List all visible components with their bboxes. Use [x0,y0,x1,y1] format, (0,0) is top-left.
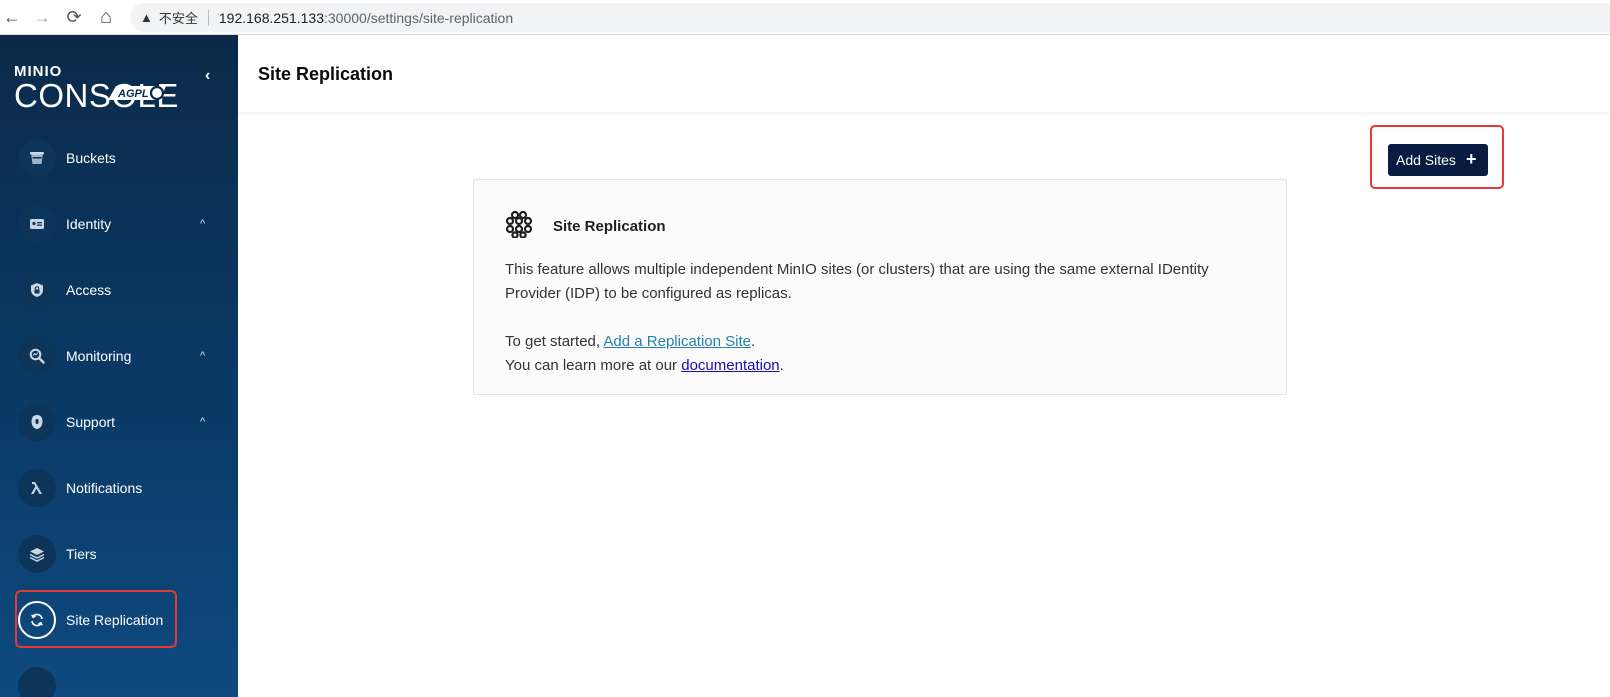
sidebar-item-identity[interactable]: Identity ^ [16,202,218,246]
agpl-license-badge: AGPL [108,85,166,101]
card-title: Site Replication [553,218,666,235]
page-header: Site Replication [238,36,1610,112]
svg-text:AGPL: AGPL [117,88,149,100]
card-get-started: To get started, Add a Replication Site. [505,330,1265,354]
sidebar-item-support[interactable]: Support ^ [16,400,218,444]
sidebar-item-label: Monitoring [66,348,132,364]
insecure-label[interactable]: 不安全 [159,8,198,27]
annotation-highlight-add-sites [1370,125,1504,189]
card-description: This feature allows multiple independent… [505,261,1209,302]
page-title: Site Replication [258,64,394,84]
url-path: :30000/settings/site-replication [324,9,514,26]
layers-icon [18,535,56,573]
chevron-up-icon[interactable]: ^ [200,416,205,428]
sidebar-item-access[interactable]: Access [16,268,218,312]
annotation-highlight-site-replication [15,590,177,648]
url-host: 192.168.251.133 [218,9,324,26]
reload-icon[interactable]: ⟳ [62,5,86,29]
collapse-sidebar-icon[interactable]: ‹ [205,67,210,85]
sidebar-item-label: Notifications [66,480,143,496]
site-replication-icon [505,210,533,238]
bucket-icon [18,139,56,177]
search-chart-icon [18,337,56,375]
info-card: Site Replication This feature allows mul… [473,179,1287,395]
sidebar-item-label: Identity [66,216,112,232]
address-bar[interactable]: ▲ 不安全 192.168.251.133 :30000/settings/si… [130,3,1610,32]
home-icon[interactable]: ⌂ [94,5,118,29]
chevron-up-icon[interactable]: ^ [200,218,205,230]
documentation-link[interactable]: documentation [681,357,779,374]
sidebar-item-label: Buckets [66,150,116,166]
learn-more-suffix: . [779,357,784,374]
sidebar-item-monitoring[interactable]: Monitoring ^ [16,334,218,378]
sidebar-item-buckets[interactable]: Buckets [16,136,218,180]
sidebar-item-label: Support [66,414,116,430]
id-card-icon [18,205,56,243]
support-icon [18,403,56,441]
lambda-icon [18,469,56,507]
sidebar-item-label: Access [66,282,112,298]
card-body: This feature allows multiple independent… [505,258,1265,378]
address-separator [207,9,209,26]
more-icon [18,667,56,697]
sidebar-item-tiers[interactable]: Tiers [16,532,218,576]
back-icon[interactable]: ← [0,5,24,29]
sidebar-item-notifications[interactable]: Notifications [16,466,218,510]
add-replication-site-link[interactable]: Add a Replication Site [603,333,751,350]
warning-icon[interactable]: ▲ [140,10,153,25]
shield-lock-icon [18,271,56,309]
get-started-suffix: . [751,333,756,350]
get-started-prefix: To get started, [505,333,604,350]
chevron-up-icon[interactable]: ^ [200,350,205,362]
card-learn-more: You can learn more at our documentation. [505,354,1265,378]
sidebar-item-label: Tiers [66,546,97,562]
sidebar-item-more[interactable] [16,664,218,697]
forward-icon[interactable]: → [30,5,54,29]
learn-more-prefix: You can learn more at our [505,357,682,374]
browser-toolbar: ← → ⟳ ⌂ ▲ 不安全 192.168.251.133 :30000/set… [0,0,1610,35]
